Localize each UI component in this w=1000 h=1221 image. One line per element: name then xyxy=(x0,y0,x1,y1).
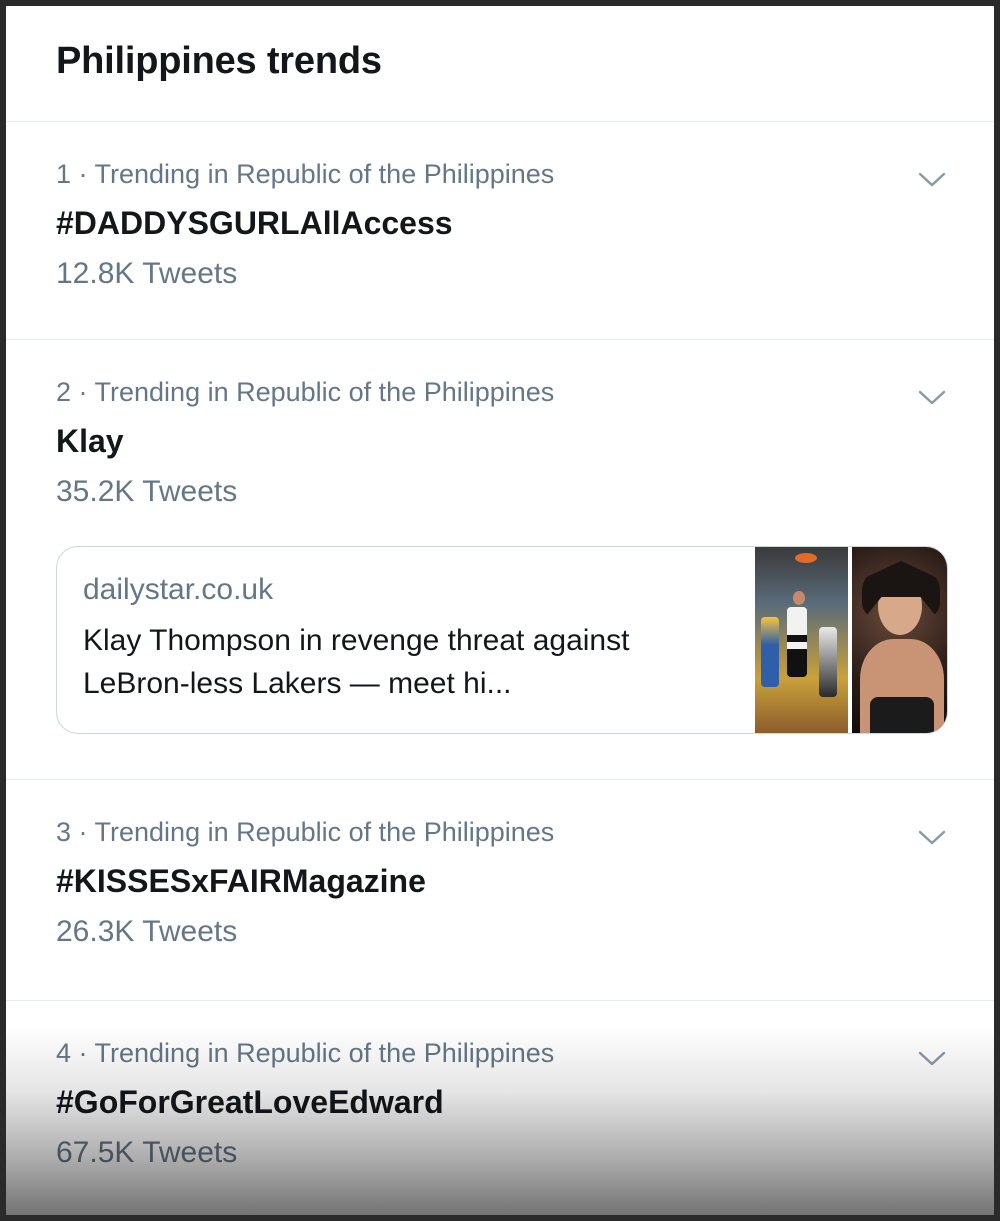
trend-name[interactable]: Klay xyxy=(56,422,944,460)
chevron-down-icon[interactable] xyxy=(914,1041,950,1077)
card-domain: dailystar.co.uk xyxy=(83,573,274,606)
trend-item-3[interactable]: 3 · Trending in Republic of the Philippi… xyxy=(6,780,994,1001)
page-title: Philippines trends xyxy=(56,40,382,82)
trend-name[interactable]: #DADDYSGURLAllAccess xyxy=(56,204,944,242)
chevron-down-icon[interactable] xyxy=(914,162,950,198)
trends-panel: Philippines trends 1 · Trending in Repub… xyxy=(6,6,994,1215)
trend-tweet-count: 35.2K Tweets xyxy=(56,475,238,508)
trend-name[interactable]: #KISSESxFAIRMagazine xyxy=(56,862,944,900)
card-headline: Klay Thompson in revenge threat against … xyxy=(83,624,630,700)
chevron-down-icon[interactable] xyxy=(914,820,950,856)
trend-meta: 4 · Trending in Republic of the Philippi… xyxy=(56,1038,555,1068)
trend-meta: 1 · Trending in Republic of the Philippi… xyxy=(56,159,555,189)
basketball-photo xyxy=(755,547,849,733)
chevron-down-icon[interactable] xyxy=(914,380,950,416)
trends-header: Philippines trends xyxy=(6,6,994,122)
trend-tweet-count: 67.5K Tweets xyxy=(56,1136,238,1169)
trend-item-2[interactable]: 2 · Trending in Republic of the Philippi… xyxy=(6,340,994,780)
trend-tweet-count: 26.3K Tweets xyxy=(56,915,238,948)
trend-item-4[interactable]: 4 · Trending in Republic of the Philippi… xyxy=(6,1001,994,1215)
card-text: dailystar.co.uk Klay Thompson in revenge… xyxy=(57,547,755,733)
trend-meta: 3 · Trending in Republic of the Philippi… xyxy=(56,817,555,847)
portrait-photo xyxy=(852,547,947,733)
trend-item-1[interactable]: 1 · Trending in Republic of the Philippi… xyxy=(6,122,994,340)
trend-meta: 2 · Trending in Republic of the Philippi… xyxy=(56,377,555,407)
card-thumbnail xyxy=(755,547,947,733)
trend-name[interactable]: #GoForGreatLoveEdward xyxy=(56,1083,944,1121)
link-preview-card[interactable]: dailystar.co.uk Klay Thompson in revenge… xyxy=(56,546,948,734)
trend-tweet-count: 12.8K Tweets xyxy=(56,257,238,290)
